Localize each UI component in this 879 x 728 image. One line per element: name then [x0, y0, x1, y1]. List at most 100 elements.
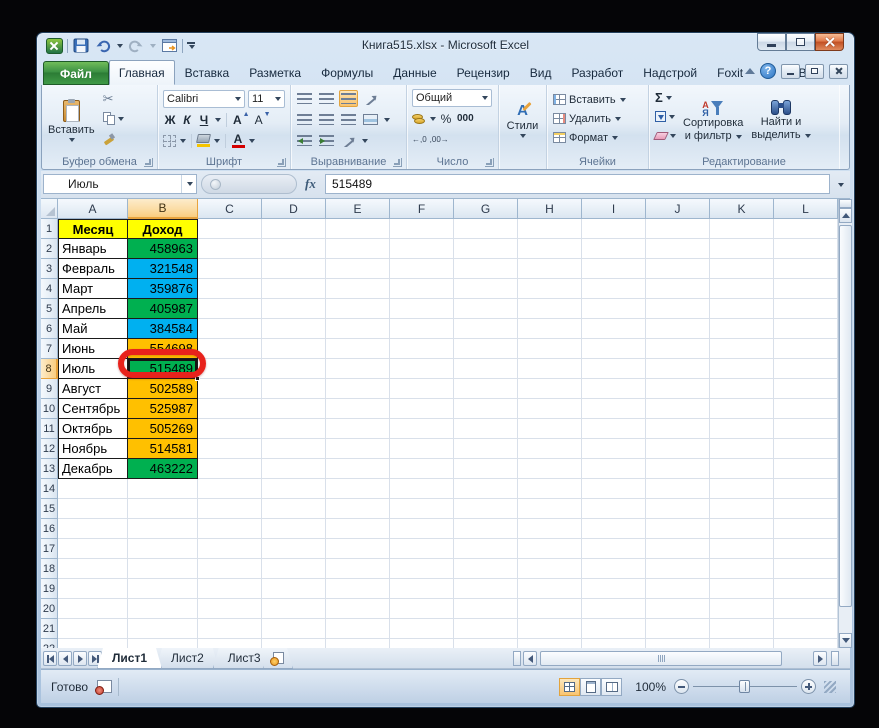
cell-F3[interactable]	[390, 259, 454, 279]
column-header-J[interactable]: J	[646, 199, 710, 219]
cell-J21[interactable]	[646, 619, 710, 639]
cell-G16[interactable]	[454, 519, 518, 539]
increase-indent-button[interactable]	[317, 132, 336, 149]
cell-B21[interactable]	[128, 619, 198, 639]
cell-D1[interactable]	[262, 219, 326, 239]
fill-handle[interactable]	[195, 376, 200, 381]
cell-G22[interactable]	[454, 639, 518, 648]
cell-G5[interactable]	[454, 299, 518, 319]
row-header-16[interactable]: 16	[41, 519, 58, 539]
cell-C16[interactable]	[198, 519, 262, 539]
cell-J11[interactable]	[646, 419, 710, 439]
restore-button[interactable]	[786, 33, 815, 51]
cell-C8[interactable]	[198, 359, 262, 379]
cell-A5[interactable]: Апрель	[58, 299, 128, 319]
shrink-font-button[interactable]: А ▼	[254, 111, 272, 128]
scroll-up-button[interactable]	[839, 208, 852, 223]
column-header-E[interactable]: E	[326, 199, 390, 219]
cell-H15[interactable]	[518, 499, 582, 519]
cell-J4[interactable]	[646, 279, 710, 299]
macro-record-icon[interactable]	[95, 680, 112, 695]
select-all-corner[interactable]	[41, 199, 58, 219]
cell-B22[interactable]	[128, 639, 198, 648]
cell-C13[interactable]	[198, 459, 262, 479]
cell-B20[interactable]	[128, 599, 198, 619]
cell-F15[interactable]	[390, 499, 454, 519]
row-header-15[interactable]: 15	[41, 499, 58, 519]
cell-F19[interactable]	[390, 579, 454, 599]
cell-E12[interactable]	[326, 439, 390, 459]
page-break-view-button[interactable]	[601, 677, 622, 696]
column-header-A[interactable]: A	[58, 199, 128, 219]
column-header-C[interactable]: C	[198, 199, 262, 219]
hscroll-split-handle[interactable]	[831, 651, 839, 666]
cell-F6[interactable]	[390, 319, 454, 339]
underline-button[interactable]: Ч	[197, 111, 211, 128]
cell-B19[interactable]	[128, 579, 198, 599]
row-header-14[interactable]: 14	[41, 479, 58, 499]
orientation-button[interactable]	[361, 90, 380, 107]
cell-K1[interactable]	[710, 219, 774, 239]
cell-F8[interactable]	[390, 359, 454, 379]
cell-C14[interactable]	[198, 479, 262, 499]
cell-C22[interactable]	[198, 639, 262, 648]
cell-C4[interactable]	[198, 279, 262, 299]
cell-E4[interactable]	[326, 279, 390, 299]
cell-I6[interactable]	[582, 319, 646, 339]
paste-button[interactable]: Вставить	[44, 87, 99, 154]
cell-G13[interactable]	[454, 459, 518, 479]
cell-L16[interactable]	[774, 519, 838, 539]
cell-E19[interactable]	[326, 579, 390, 599]
cell-K15[interactable]	[710, 499, 774, 519]
scroll-down-button[interactable]	[839, 633, 852, 648]
cell-L5[interactable]	[774, 299, 838, 319]
percent-format-button[interactable]: %	[439, 110, 453, 127]
cell-F14[interactable]	[390, 479, 454, 499]
cell-C3[interactable]	[198, 259, 262, 279]
expand-formula-bar-icon[interactable]	[833, 177, 848, 192]
cell-K5[interactable]	[710, 299, 774, 319]
cell-A19[interactable]	[58, 579, 128, 599]
prev-sheet-button[interactable]	[58, 651, 72, 666]
cut-button[interactable]: ✂	[101, 90, 126, 107]
cell-C20[interactable]	[198, 599, 262, 619]
column-header-H[interactable]: H	[518, 199, 582, 219]
cell-H21[interactable]	[518, 619, 582, 639]
ribbon-tab-Данные[interactable]: Данные	[383, 60, 446, 85]
cell-C7[interactable]	[198, 339, 262, 359]
minimize-button-small[interactable]	[781, 63, 800, 79]
cell-G4[interactable]	[454, 279, 518, 299]
cell-J7[interactable]	[646, 339, 710, 359]
cell-F7[interactable]	[390, 339, 454, 359]
cell-C1[interactable]	[198, 219, 262, 239]
cell-F20[interactable]	[390, 599, 454, 619]
cell-H20[interactable]	[518, 599, 582, 619]
cell-A22[interactable]	[58, 639, 128, 648]
column-header-F[interactable]: F	[390, 199, 454, 219]
cell-C2[interactable]	[198, 239, 262, 259]
cell-J18[interactable]	[646, 559, 710, 579]
cell-G12[interactable]	[454, 439, 518, 459]
cell-B15[interactable]	[128, 499, 198, 519]
cell-E10[interactable]	[326, 399, 390, 419]
cell-I5[interactable]	[582, 299, 646, 319]
cell-F4[interactable]	[390, 279, 454, 299]
cell-L1[interactable]	[774, 219, 838, 239]
align-center-button[interactable]	[317, 111, 336, 128]
cell-F10[interactable]	[390, 399, 454, 419]
cell-E1[interactable]	[326, 219, 390, 239]
cell-D18[interactable]	[262, 559, 326, 579]
cell-G21[interactable]	[454, 619, 518, 639]
cell-J9[interactable]	[646, 379, 710, 399]
cell-C11[interactable]	[198, 419, 262, 439]
sheet-tab-Лист1[interactable]: Лист1	[97, 648, 162, 669]
cell-B12[interactable]: 514581	[128, 439, 198, 459]
cell-I21[interactable]	[582, 619, 646, 639]
cell-E8[interactable]	[326, 359, 390, 379]
cell-D8[interactable]	[262, 359, 326, 379]
cell-F22[interactable]	[390, 639, 454, 648]
cell-D20[interactable]	[262, 599, 326, 619]
font-size-select[interactable]: 11	[248, 89, 285, 108]
cell-I20[interactable]	[582, 599, 646, 619]
row-header-10[interactable]: 10	[41, 399, 58, 419]
